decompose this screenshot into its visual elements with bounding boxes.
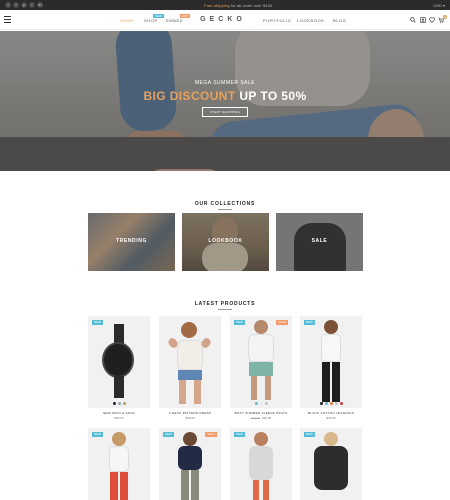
color-swatch[interactable]: [324, 402, 328, 405]
embed-hot-badge: HOT: [180, 14, 191, 18]
cart-count: 0: [443, 15, 447, 19]
product-price-value: $45.00: [326, 416, 336, 420]
color-swatch[interactable]: [122, 402, 126, 405]
promo-text: for all order over $100: [229, 2, 273, 8]
product-name[interactable]: BOXY SUMMER SLEEVE PANTS: [230, 411, 292, 415]
site-header: HOME SHOP NEW EMBED HOT GECKO PORTFOLIO …: [0, 10, 450, 30]
color-swatch[interactable]: [254, 402, 258, 405]
promo-message: Free shipping for all order over $100: [204, 3, 272, 8]
product-card[interactable]: NEW: [300, 428, 362, 500]
hero-title-accent: BIG DISCOUNT: [143, 89, 236, 103]
product-image[interactable]: NEW: [88, 316, 150, 408]
instagram-icon[interactable]: i: [29, 2, 35, 8]
nav-lookbook[interactable]: LOOKBOOK: [297, 18, 324, 23]
currency-selector[interactable]: USD ▾: [433, 3, 445, 8]
product-old-price: $40.00: [250, 416, 260, 420]
product-name[interactable]: BLACK COTTON LEGGINGS: [300, 411, 362, 415]
menu-icon[interactable]: [4, 16, 11, 23]
product-price: $45.00: [300, 416, 362, 420]
promo-highlight: Free shipping: [204, 2, 230, 8]
collections-title: OUR COLLECTIONS: [194, 201, 256, 207]
product-card[interactable]: NEW: [230, 428, 292, 500]
shop-new-badge: NEW: [153, 14, 164, 18]
cart-icon[interactable]: 0: [438, 15, 447, 23]
product-image[interactable]: NEW: [230, 428, 292, 500]
hero-subtitle: MEGA SUMMER SALE: [194, 80, 256, 86]
color-swatch[interactable]: [259, 402, 263, 405]
products-heading: LATEST PRODUCTS: [0, 301, 450, 310]
product-card[interactable]: NEW: [88, 428, 150, 500]
user-icon[interactable]: [420, 17, 426, 23]
product-card[interactable]: NEW SALE: [159, 428, 221, 500]
collection-lookbook[interactable]: LOOKBOOK: [182, 213, 269, 271]
collection-sale[interactable]: SALE: [276, 213, 363, 271]
new-badge: NEW: [234, 432, 245, 437]
collections-heading: OUR COLLECTIONS: [0, 201, 450, 210]
product-image[interactable]: NEW SALE: [159, 428, 221, 500]
products-title: LATEST PRODUCTS: [194, 301, 256, 307]
collection-label: LOOKBOOK: [208, 238, 243, 244]
new-badge: NEW: [304, 320, 315, 325]
color-swatch[interactable]: [117, 402, 121, 405]
product-price: $30.00: [159, 416, 221, 420]
product-name[interactable]: NEW WATCH GOLD: [88, 411, 150, 415]
nav-embed[interactable]: EMBED: [166, 18, 183, 23]
twitter-icon[interactable]: t: [13, 2, 19, 8]
facebook-icon[interactable]: f: [5, 2, 11, 8]
color-swatch[interactable]: [264, 402, 268, 405]
site-logo[interactable]: GECKO: [193, 16, 253, 23]
hero-title: BIG DISCOUNT UP TO 50%: [0, 89, 450, 103]
product-image[interactable]: NEW: [300, 428, 362, 500]
nav-shop[interactable]: SHOP: [144, 18, 158, 23]
product-price-value: $30.00: [262, 416, 272, 420]
product-name[interactable]: V-NECK PATTERN DRESS: [159, 411, 221, 415]
start-shopping-button[interactable]: START SHOPPING: [202, 107, 248, 117]
pinterest-icon[interactable]: p: [21, 2, 27, 8]
product-image[interactable]: NEW: [88, 428, 150, 500]
product-price: $50.00: [88, 416, 150, 420]
linkedin-icon[interactable]: in: [37, 2, 43, 8]
search-icon[interactable]: [410, 17, 416, 23]
top-bar: f t p i in Free shipping for all order o…: [0, 0, 450, 10]
hero-title-rest: UP TO 50%: [235, 89, 307, 103]
product-price-value: $50.00: [114, 416, 124, 420]
sale-badge: SALE: [205, 432, 217, 437]
hero-banner: MEGA SUMMER SALE BIG DISCOUNT UP TO 50% …: [0, 31, 450, 171]
new-badge: NEW: [92, 432, 103, 437]
color-swatch[interactable]: [329, 402, 333, 405]
new-badge: NEW: [92, 320, 103, 325]
nav-home[interactable]: HOME: [120, 18, 134, 23]
product-price-value: $30.00: [185, 416, 195, 420]
nav-portfolio[interactable]: PORTFOLIO: [263, 18, 291, 23]
sale-badge: SALE: [276, 320, 288, 325]
product-card[interactable]: NEW BLACK COTTON LEGGINGS $45.00: [300, 316, 362, 420]
color-swatch[interactable]: [339, 402, 343, 405]
social-links: f t p i in: [5, 2, 43, 8]
collection-label: TRENDING: [116, 238, 147, 244]
product-card[interactable]: V-NECK PATTERN DRESS $30.00: [159, 316, 221, 420]
heart-icon[interactable]: [429, 17, 435, 23]
color-swatch[interactable]: [319, 402, 323, 405]
nav-blog[interactable]: BLOG: [333, 18, 347, 23]
collection-label: SALE: [311, 238, 328, 244]
product-card[interactable]: NEW NEW WATCH GOLD $50.00: [88, 316, 150, 420]
collection-trending[interactable]: TRENDING: [88, 213, 175, 271]
product-image[interactable]: NEW SALE: [230, 316, 292, 408]
page: f t p i in Free shipping for all order o…: [0, 0, 450, 500]
product-price: $40.00 $30.00: [230, 416, 292, 420]
product-image[interactable]: NEW: [300, 316, 362, 408]
new-badge: NEW: [234, 320, 245, 325]
product-image[interactable]: [159, 316, 221, 408]
product-card[interactable]: NEW SALE BOXY SUMMER SLEEVE PANTS $40.00…: [230, 316, 292, 420]
color-swatch[interactable]: [112, 402, 116, 405]
new-badge: NEW: [304, 432, 315, 437]
color-swatch[interactable]: [334, 402, 338, 405]
new-badge: NEW: [163, 432, 174, 437]
